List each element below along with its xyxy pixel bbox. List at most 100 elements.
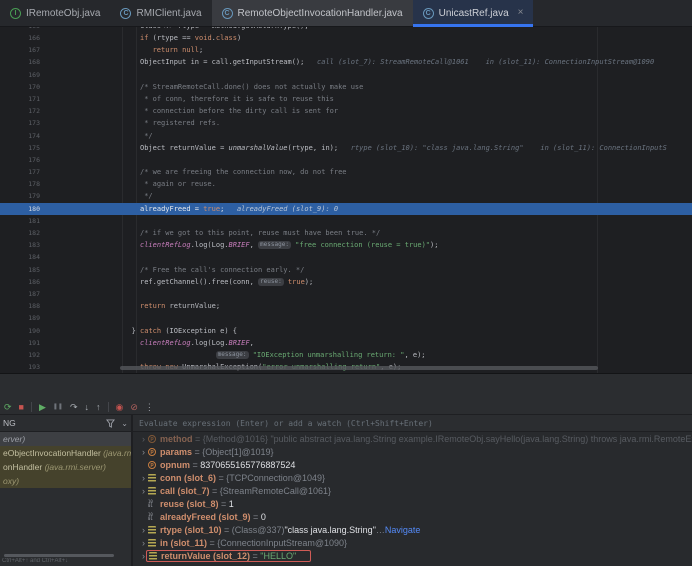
- resume-icon[interactable]: ▶: [39, 402, 46, 412]
- chevron-down-icon[interactable]: ⌄: [121, 419, 128, 428]
- expand-chevron-icon[interactable]: ›: [139, 525, 148, 535]
- code-line-178: 178* again or reuse.: [0, 178, 692, 190]
- stack-frame-row[interactable]: erver): [0, 432, 131, 446]
- line-number: 189: [0, 312, 44, 324]
- step-over-icon[interactable]: ↷: [70, 402, 78, 412]
- frames-horizontal-scrollbar[interactable]: [4, 554, 114, 557]
- variable-row-conn-slot-6-[interactable]: ›conn (slot_6) = {TCPConnection@1049}: [133, 471, 692, 484]
- tab-RemoteObjectInvocationHandler.java[interactable]: C RemoteObjectInvocationHandler.java: [212, 0, 413, 26]
- line-number: 177: [0, 166, 44, 178]
- line-number: 181: [0, 215, 44, 227]
- parameter-icon: p: [148, 435, 160, 443]
- variable-row-method[interactable]: ›pmethod = {Method@1016} "public abstrac…: [133, 432, 692, 445]
- code-line-192: 192message: "IOException unmarshalling r…: [0, 349, 692, 361]
- line-number: 168: [0, 56, 44, 68]
- code-text: */: [44, 130, 692, 142]
- code-text: alreadyFreed = true; alreadyFreed (slot_…: [44, 203, 692, 215]
- code-line-174: 174*/: [0, 130, 692, 142]
- frame-text: (java.rmi.se: [103, 448, 131, 458]
- code-text: [44, 154, 692, 166]
- view-breakpoints-icon[interactable]: ◉: [116, 402, 124, 412]
- interface-icon: I: [10, 8, 21, 19]
- code-text: Object returnValue = unmarshalValue(rtyp…: [44, 142, 692, 154]
- evaluate-expression-input[interactable]: Evaluate expression (Enter) or add a wat…: [133, 415, 692, 432]
- step-out-icon[interactable]: ↑: [96, 402, 101, 412]
- code-line-172: 172* connection before the dirty call is…: [0, 105, 692, 117]
- pause-icon[interactable]: ❚❚: [53, 402, 63, 412]
- variable-row-call-slot-7-[interactable]: ›call (slot_7) = {StreamRemoteCall@1061}: [133, 484, 692, 497]
- expand-chevron-icon[interactable]: ›: [139, 447, 148, 457]
- code-text: /* if we got to this point, reuse must h…: [44, 227, 692, 239]
- frames-navigation-hint: Ctrl+Alt+↑ and Ctrl+Alt+↓: [2, 558, 68, 566]
- code-text: clientRefLog.log(Log.BRIEF,: [44, 337, 692, 349]
- stack-frame-row[interactable]: oxy): [0, 474, 131, 488]
- line-number: 170: [0, 81, 44, 93]
- variable-row-params[interactable]: ›pparams = {Object[1]@1019}: [133, 445, 692, 458]
- parameter-hint-badge: message:: [216, 351, 249, 359]
- tab-label: IRemoteObj.java: [26, 8, 100, 19]
- value-icon: [148, 487, 160, 495]
- line-number: 180: [0, 203, 44, 215]
- stack-frame-row[interactable]: onHandler (java.rmi.server): [0, 460, 131, 474]
- variable-name: rtype (slot_10): [160, 525, 222, 535]
- variable-row-reuse-slot-8-[interactable]: 1001reuse (slot_8) = 1: [133, 497, 692, 510]
- editor-tab-bar: I IRemoteObj.java CRMIClient.java C RemoteOb…: [0, 0, 692, 27]
- step-into-icon[interactable]: ↓: [85, 402, 90, 412]
- tab-RMIClient.java[interactable]: CRMIClient.java: [110, 0, 211, 26]
- tab-label: RemoteObjectInvocationHandler.java: [238, 8, 403, 19]
- variable-value: {Object[1]@1019}: [202, 447, 273, 457]
- variable-row-in-slot-11-[interactable]: ›in (slot_11) = {ConnectionInputStream@1…: [133, 536, 692, 549]
- evaluate-placeholder: Evaluate expression (Enter) or add a wat…: [139, 419, 433, 428]
- code-text: /* we are freeing the connection now, do…: [44, 166, 692, 178]
- stop-icon[interactable]: ■: [19, 402, 24, 412]
- variable-value: …: [376, 525, 385, 535]
- debug-panel-header: [0, 373, 692, 399]
- frame-text: oxy): [3, 476, 19, 486]
- variable-name: reuse (slot_8): [160, 499, 219, 509]
- line-number: 174: [0, 130, 44, 142]
- line-number: 175: [0, 142, 44, 154]
- annotation-red-box: returnValue (slot_12) = "HELLO": [146, 550, 311, 562]
- line-number: 166: [0, 32, 44, 44]
- variable-row-rtype-slot-10-[interactable]: ›rtype (slot_10) = (Class@337) "class ja…: [133, 523, 692, 536]
- stack-frame-row[interactable]: eObjectInvocationHandler (java.rmi.se: [0, 446, 131, 460]
- tab-UnicastRef.java[interactable]: CUnicastRef.java×: [413, 0, 534, 26]
- code-line-169: 169: [0, 69, 692, 81]
- code-text: * of conn, therefore it is safe to reuse…: [44, 93, 692, 105]
- equals-sign: =: [251, 512, 261, 522]
- variable-value: {StreamRemoteCall@1061}: [220, 486, 331, 496]
- filter-funnel-icon[interactable]: [106, 419, 115, 428]
- code-editor[interactable]: 165Class<?> rtype = method.getReturnType…: [0, 27, 692, 373]
- variable-row-returnValue-slot-12-[interactable]: ›returnValue (slot_12) = "HELLO": [133, 549, 692, 562]
- tab-IRemoteObj.java[interactable]: I IRemoteObj.java: [0, 0, 110, 26]
- primitive-value-icon: 1001: [148, 513, 160, 520]
- code-text: [44, 312, 692, 324]
- code-line-184: 184: [0, 251, 692, 263]
- editor-horizontal-scrollbar[interactable]: [120, 366, 598, 370]
- class-icon: C: [222, 8, 233, 19]
- navigate-link[interactable]: Navigate: [385, 525, 421, 535]
- variable-row-opnum[interactable]: popnum = 8370655165776887524: [133, 458, 692, 471]
- code-line-171: 171* of conn, therefore it is safe to re…: [0, 93, 692, 105]
- equals-sign: =: [219, 499, 229, 509]
- mute-breakpoints-icon[interactable]: ⊘: [130, 402, 138, 412]
- expand-chevron-icon[interactable]: ›: [139, 434, 148, 444]
- variable-name: params: [160, 447, 192, 457]
- code-text: [44, 288, 692, 300]
- expand-chevron-icon[interactable]: ›: [139, 538, 148, 548]
- inline-debugger-hint: rtype (slot_10): "class java.lang.String…: [338, 144, 667, 152]
- variable-value: 1: [229, 499, 234, 509]
- variable-row-alreadyFreed-slot-9-[interactable]: 1001alreadyFreed (slot_9) = 0: [133, 510, 692, 523]
- more-options-icon[interactable]: ⋮: [145, 402, 154, 412]
- tab-label: UnicastRef.java: [439, 8, 509, 19]
- value-icon: [149, 552, 161, 560]
- code-line-179: 179*/: [0, 190, 692, 202]
- value-icon: [148, 539, 160, 547]
- rerun-debugger-icon[interactable]: ⟳: [4, 402, 12, 412]
- frame-text: (java.rmi.server): [45, 462, 106, 472]
- expand-chevron-icon[interactable]: ›: [139, 473, 148, 483]
- close-icon[interactable]: ×: [518, 8, 524, 18]
- expand-chevron-icon[interactable]: ›: [139, 486, 148, 496]
- variable-name: alreadyFreed (slot_9): [160, 512, 251, 522]
- code-text: return returnValue;: [44, 300, 692, 312]
